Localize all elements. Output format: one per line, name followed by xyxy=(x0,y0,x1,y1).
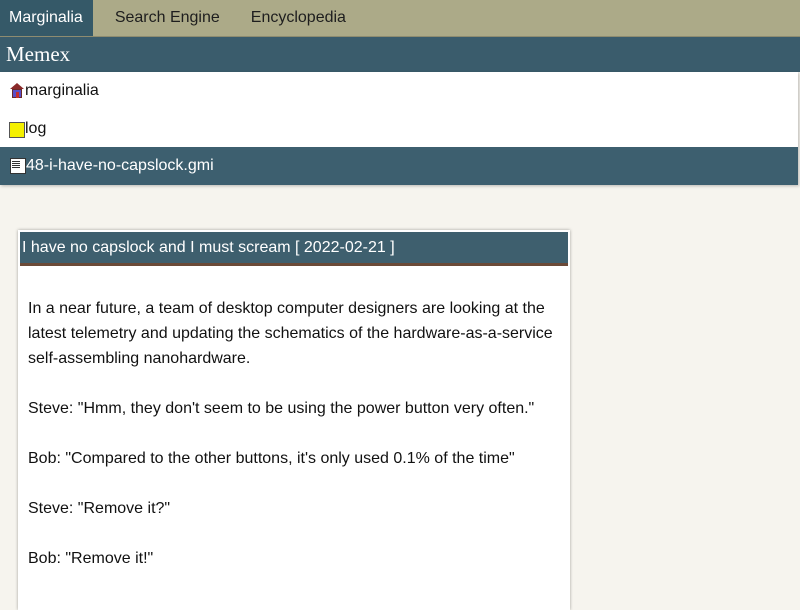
article-paragraph: In a near future, a team of desktop comp… xyxy=(28,300,553,367)
memex-title: Memex xyxy=(0,37,800,72)
article-paragraph: Bob: "Remove it!" xyxy=(28,550,154,567)
article-title: I have no capslock and I must scream [ 2… xyxy=(20,232,568,266)
memex-item-label: marginalia xyxy=(25,82,99,99)
file-icon xyxy=(10,158,26,174)
article-paragraph: Bob: "Compared to the other buttons, it'… xyxy=(28,450,515,467)
top-navigation: Marginalia Search Engine Encyclopedia xyxy=(0,0,800,37)
folder-icon xyxy=(9,121,25,138)
article-body: In a near future, a team of desktop comp… xyxy=(18,266,570,571)
memex-item-label: 48-i-have-no-capslock.gmi xyxy=(26,157,214,174)
memex-item-log[interactable]: log xyxy=(0,110,798,147)
memex-item-marginalia[interactable]: marginalia xyxy=(0,72,798,110)
article-card: I have no capslock and I must scream [ 2… xyxy=(18,230,570,610)
memex-item-label: log xyxy=(25,119,47,137)
home-icon xyxy=(9,83,25,99)
nav-marginalia[interactable]: Marginalia xyxy=(0,0,93,36)
memex-item-current-file[interactable]: 48-i-have-no-capslock.gmi xyxy=(0,147,798,185)
memex-breadcrumb-list: marginalia log 48-i-have-no-capslock.gmi xyxy=(0,72,798,185)
article-paragraph: Steve: "Remove it?" xyxy=(28,500,171,517)
nav-search-engine[interactable]: Search Engine xyxy=(93,0,236,36)
article-paragraph: Steve: "Hmm, they don't seem to be using… xyxy=(28,400,535,417)
nav-encyclopedia[interactable]: Encyclopedia xyxy=(236,0,362,36)
